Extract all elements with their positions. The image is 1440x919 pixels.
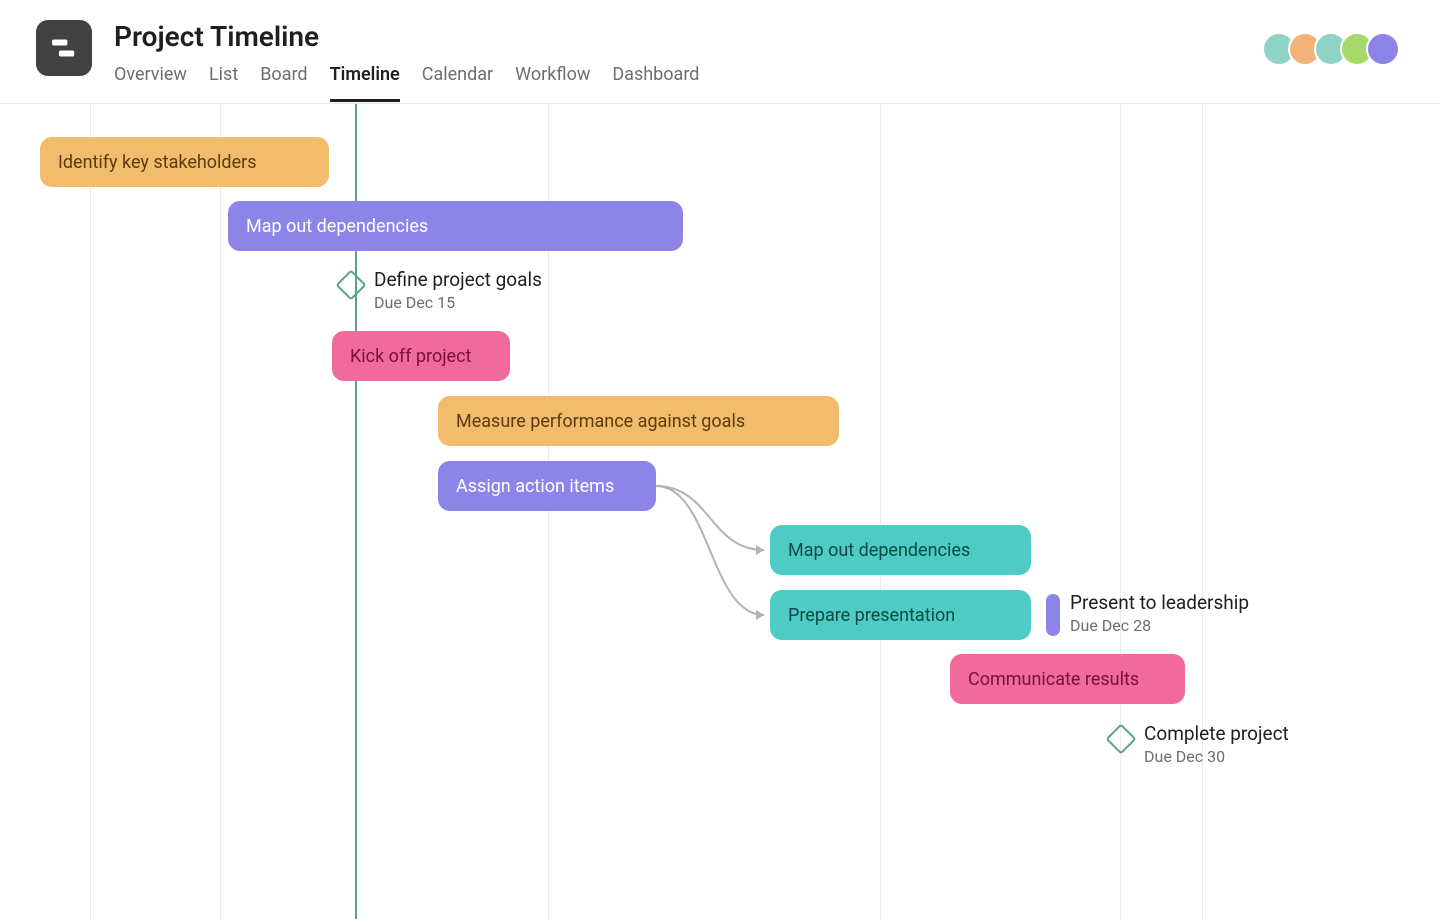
task-kick-off-project[interactable]: Kick off project bbox=[332, 331, 510, 381]
gantt-icon bbox=[47, 31, 81, 65]
dependency-connector bbox=[652, 482, 780, 566]
tabs: Overview List Board Timeline Calendar Wo… bbox=[114, 64, 1404, 102]
tab-dashboard[interactable]: Dashboard bbox=[612, 64, 699, 102]
task-present-to-leadership[interactable] bbox=[1046, 594, 1060, 636]
timeline-area[interactable]: Identify key stakeholders Map out depende… bbox=[0, 104, 1440, 919]
tab-overview[interactable]: Overview bbox=[114, 64, 187, 102]
gridline bbox=[90, 104, 91, 919]
project-icon-timeline bbox=[36, 20, 92, 76]
milestone-diamond-icon bbox=[335, 269, 366, 300]
header: Project Timeline Overview List Board Tim… bbox=[0, 0, 1440, 104]
tab-calendar[interactable]: Calendar bbox=[422, 64, 493, 102]
task-label-present-to-leadership: Present to leadership Due Dec 28 bbox=[1070, 591, 1249, 635]
tab-board[interactable]: Board bbox=[260, 64, 307, 102]
gridline bbox=[880, 104, 881, 919]
gridline bbox=[1120, 104, 1121, 919]
milestone-due: Due Dec 30 bbox=[1144, 747, 1289, 766]
tab-list[interactable]: List bbox=[209, 64, 238, 102]
milestone-label: Complete project Due Dec 30 bbox=[1144, 722, 1289, 766]
project-title: Project Timeline bbox=[114, 20, 1404, 54]
milestone-title: Define project goals bbox=[374, 268, 542, 291]
task-assign-action-items[interactable]: Assign action items bbox=[438, 461, 656, 511]
tab-timeline[interactable]: Timeline bbox=[330, 64, 400, 102]
milestone-complete-project[interactable]: Complete project Due Dec 30 bbox=[1110, 722, 1289, 766]
gridline bbox=[220, 104, 221, 919]
task-map-out-dependencies-2[interactable]: Map out dependencies bbox=[770, 525, 1031, 575]
dependency-connector bbox=[652, 482, 780, 631]
collaborator-avatars bbox=[1262, 32, 1400, 66]
task-map-out-dependencies-1[interactable]: Map out dependencies bbox=[228, 201, 683, 251]
milestone-title: Complete project bbox=[1144, 722, 1289, 745]
milestone-define-project-goals[interactable]: Define project goals Due Dec 15 bbox=[340, 268, 542, 312]
task-due: Due Dec 28 bbox=[1070, 616, 1249, 635]
task-identify-key-stakeholders[interactable]: Identify key stakeholders bbox=[40, 137, 329, 187]
task-measure-performance[interactable]: Measure performance against goals bbox=[438, 396, 839, 446]
tab-workflow[interactable]: Workflow bbox=[515, 64, 590, 102]
avatar[interactable] bbox=[1366, 32, 1400, 66]
task-title: Present to leadership bbox=[1070, 591, 1249, 614]
milestone-due: Due Dec 15 bbox=[374, 293, 542, 312]
task-communicate-results[interactable]: Communicate results bbox=[950, 654, 1185, 704]
header-main: Project Timeline Overview List Board Tim… bbox=[114, 20, 1404, 102]
task-prepare-presentation[interactable]: Prepare presentation bbox=[770, 590, 1031, 640]
milestone-label: Define project goals Due Dec 15 bbox=[374, 268, 542, 312]
gridline bbox=[1202, 104, 1203, 919]
milestone-diamond-icon bbox=[1105, 723, 1136, 754]
